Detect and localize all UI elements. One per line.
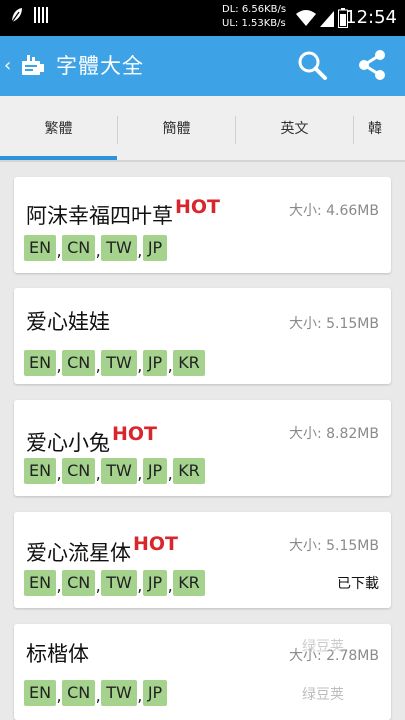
lang-badge: EN bbox=[24, 350, 57, 376]
lang-badge: CN bbox=[62, 458, 96, 484]
share-icon[interactable] bbox=[356, 49, 388, 81]
downloaded-status: 已下載 bbox=[337, 576, 379, 592]
lang-badge: TW bbox=[101, 570, 137, 596]
font-name: 爱心娃娃 bbox=[26, 310, 110, 334]
lang-badge: KR bbox=[173, 458, 205, 484]
lang-badge: CN bbox=[62, 570, 96, 596]
font-name: 爱心流星体 HOT bbox=[26, 533, 179, 565]
font-card[interactable]: 爱心娃娃 大小: 5.15MB EN, CN, TW, JP, KR bbox=[14, 288, 391, 384]
lang-badge: TW bbox=[101, 458, 137, 484]
tab-bar: 繁體 簡體 英文 韓 bbox=[0, 96, 405, 162]
lang-badge: JP bbox=[142, 680, 168, 706]
lang-badge: EN bbox=[24, 458, 57, 484]
clock: 12:54 bbox=[345, 7, 397, 28]
back-icon[interactable]: ‹ bbox=[4, 54, 11, 78]
lang-badge: JP bbox=[142, 458, 168, 484]
tab-bar-border bbox=[0, 160, 405, 162]
language-tags: EN, CN, TW, JP bbox=[24, 680, 168, 706]
leaf-icon bbox=[11, 8, 22, 23]
upload-speed: UL: 1.53KB/s bbox=[222, 18, 286, 29]
lang-badge: TW bbox=[101, 235, 137, 261]
watermark: 绿豆荚 bbox=[302, 687, 344, 703]
language-tags: EN, CN, TW, JP, KR bbox=[24, 570, 205, 596]
lang-badge: CN bbox=[62, 350, 96, 376]
lang-badge: KR bbox=[173, 350, 205, 376]
lang-badge: EN bbox=[24, 235, 57, 261]
app-bar: ‹ 字體大全 bbox=[0, 36, 405, 96]
signal-icon bbox=[320, 11, 334, 27]
tab-korean[interactable]: 韓 bbox=[354, 96, 405, 162]
font-name: 标楷体 bbox=[26, 642, 89, 666]
lang-badge: JP bbox=[142, 350, 168, 376]
barcode-icon bbox=[34, 7, 48, 23]
font-card[interactable]: 爱心流星体 HOT 大小: 5.15MB EN, CN, TW, JP, KR 已… bbox=[14, 512, 391, 608]
lang-badge: EN bbox=[24, 570, 57, 596]
lang-badge: TW bbox=[101, 680, 137, 706]
watermark: 绿豆荚 bbox=[302, 639, 344, 655]
lang-badge: JP bbox=[142, 570, 168, 596]
tab-simplified[interactable]: 簡體 bbox=[118, 96, 235, 162]
font-size: 大小: 4.66MB bbox=[288, 203, 379, 219]
font-name: 爱心小兔 HOT bbox=[26, 423, 158, 455]
lang-badge: CN bbox=[62, 680, 96, 706]
system-icons bbox=[296, 8, 348, 28]
language-tags: EN, CN, TW, JP bbox=[24, 235, 168, 261]
hot-badge: HOT bbox=[112, 423, 158, 445]
font-size: 大小: 8.82MB bbox=[288, 426, 379, 442]
lang-badge: EN bbox=[24, 680, 57, 706]
language-tags: EN, CN, TW, JP, KR bbox=[24, 458, 205, 484]
language-tags: EN, CN, TW, JP, KR bbox=[24, 350, 205, 376]
app-logo-icon[interactable] bbox=[20, 52, 46, 78]
font-size: 大小: 5.15MB bbox=[288, 538, 379, 554]
lang-badge: JP bbox=[142, 235, 168, 261]
lang-badge: TW bbox=[101, 350, 137, 376]
lang-badge: KR bbox=[173, 570, 205, 596]
lang-badge: CN bbox=[62, 235, 96, 261]
tab-traditional[interactable]: 繁體 bbox=[0, 96, 117, 162]
font-name: 阿沫幸福四叶草 HOT bbox=[26, 196, 221, 228]
font-size: 大小: 5.15MB bbox=[288, 316, 379, 332]
hot-badge: HOT bbox=[175, 196, 221, 218]
hot-badge: HOT bbox=[133, 533, 179, 555]
tab-english[interactable]: 英文 bbox=[236, 96, 353, 162]
font-card[interactable]: 阿沫幸福四叶草 HOT 大小: 4.66MB EN, CN, TW, JP bbox=[14, 177, 391, 273]
notification-icons bbox=[10, 6, 48, 24]
font-card[interactable]: 爱心小兔 HOT 大小: 8.82MB EN, CN, TW, JP, KR bbox=[14, 400, 391, 496]
search-icon[interactable] bbox=[296, 49, 328, 81]
status-bar: DL: 6.56KB/s UL: 1.53KB/s 12:54 bbox=[0, 0, 405, 36]
download-speed: DL: 6.56KB/s bbox=[222, 4, 287, 15]
app-title: 字體大全 bbox=[56, 54, 144, 78]
wifi-icon bbox=[296, 10, 316, 26]
network-speed: DL: 6.56KB/s UL: 1.53KB/s bbox=[222, 3, 286, 31]
